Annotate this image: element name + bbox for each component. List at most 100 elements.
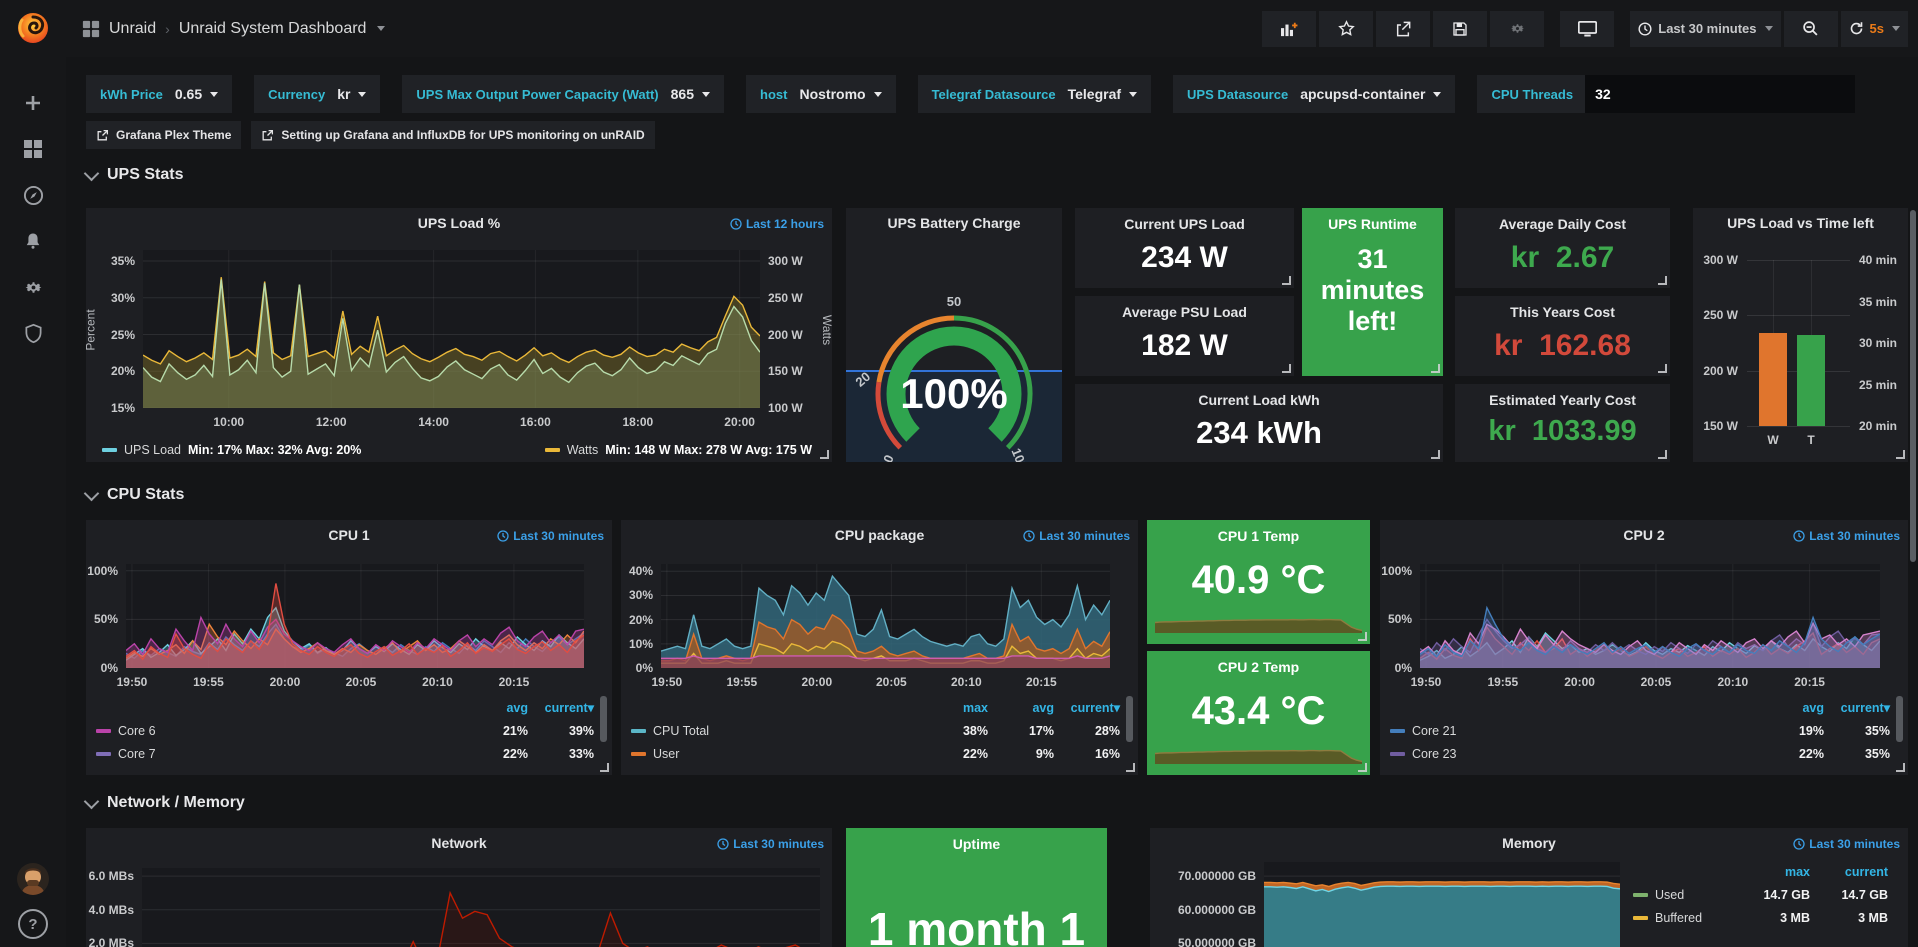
panel-resize-handle[interactable] <box>1896 450 1905 459</box>
explore-icon[interactable] <box>0 172 66 218</box>
series-color-swatch[interactable] <box>96 752 111 756</box>
variable-currency[interactable]: Currency kr <box>254 75 380 113</box>
legend-sort-current[interactable]: current▾ <box>1054 700 1120 715</box>
section-network-memory[interactable]: Network / Memory <box>86 794 245 812</box>
help-icon[interactable]: ? <box>18 909 48 939</box>
time-override-link[interactable]: Last 30 minutes <box>497 529 604 543</box>
series-color-swatch[interactable] <box>1633 893 1648 897</box>
legend-row[interactable]: Core 722%33% <box>96 742 594 765</box>
bar-T[interactable] <box>1797 335 1825 426</box>
variable-ups-datasource[interactable]: UPS Datasource apcupsd-container <box>1173 75 1455 113</box>
time-override-link[interactable]: Last 30 minutes <box>717 837 824 851</box>
panel-resize-handle[interactable] <box>1431 450 1440 459</box>
page-scrollbar[interactable] <box>1910 210 1916 562</box>
save-button[interactable] <box>1433 11 1487 47</box>
legend-sort-avg[interactable]: avg <box>462 701 528 715</box>
refresh-button[interactable]: 5s <box>1841 11 1908 47</box>
legend-sort-current[interactable]: current <box>1810 865 1888 879</box>
admin-shield-icon[interactable] <box>0 310 66 356</box>
series-color-swatch[interactable] <box>1633 916 1648 920</box>
panel-resize-handle[interactable] <box>1282 364 1291 373</box>
panel-resize-handle[interactable] <box>1358 763 1367 772</box>
panel-resize-handle[interactable] <box>1126 763 1135 772</box>
legend-sort-current[interactable]: current▾ <box>1824 700 1890 715</box>
breadcrumb-root[interactable]: Unraid <box>109 20 156 38</box>
ups-load-chart[interactable]: 15%20%25%30%35%100 W150 W200 W250 W300 W… <box>143 250 760 408</box>
panel-resize-handle[interactable] <box>600 763 609 772</box>
legend-sort-avg[interactable]: avg <box>988 701 1054 715</box>
legend-row[interactable]: Used14.7 GB14.7 GB <box>1633 883 1888 906</box>
legend-row[interactable]: Core 621%39% <box>96 719 594 742</box>
legend-sort-max[interactable]: max <box>922 701 988 715</box>
stat-title[interactable]: Average Daily Cost <box>1455 216 1670 232</box>
series-color-swatch[interactable] <box>631 752 646 756</box>
panel-resize-handle[interactable] <box>1358 632 1367 641</box>
configuration-gear-icon[interactable] <box>0 264 66 310</box>
cpu-threads-input[interactable] <box>1585 75 1855 113</box>
load-vs-time-bar-chart[interactable]: 300 W250 W200 W150 W40 min35 min30 min25… <box>1747 260 1850 426</box>
legend-sort-max[interactable]: max <box>1732 865 1810 879</box>
legend-scrollbar[interactable] <box>1126 696 1133 742</box>
stat-title[interactable]: Current Load kWh <box>1075 392 1443 408</box>
time-range-picker[interactable]: Last 30 minutes <box>1630 11 1780 47</box>
star-button[interactable] <box>1319 11 1373 47</box>
time-override-link[interactable]: Last 12 hours <box>730 217 824 231</box>
stat-title[interactable]: Average PSU Load <box>1075 304 1294 320</box>
legend-scrollbar[interactable] <box>1896 696 1903 742</box>
legend-sort-current[interactable]: current▾ <box>528 700 594 715</box>
dashboards-icon[interactable] <box>0 126 66 172</box>
legend-row[interactable]: Core 2322%35% <box>1390 742 1890 765</box>
refresh-interval-caret-icon[interactable] <box>1892 26 1900 31</box>
network-chart[interactable]: 2.0 MBs4.0 MBs6.0 MBs <box>142 868 820 947</box>
variable-telegraf-datasource[interactable]: Telegraf Datasource Telegraf <box>918 75 1151 113</box>
panel-resize-handle[interactable] <box>820 450 829 459</box>
grafana-logo[interactable] <box>0 0 66 54</box>
variable-ups-max-output[interactable]: UPS Max Output Power Capacity (Watt) 865 <box>402 75 724 113</box>
stat-title[interactable]: Current UPS Load <box>1075 216 1294 232</box>
link-grafana-plex-theme[interactable]: Grafana Plex Theme <box>86 121 241 149</box>
variable-host[interactable]: host Nostromo <box>746 75 896 113</box>
page-title[interactable]: Unraid System Dashboard <box>179 20 367 38</box>
panel-resize-handle[interactable] <box>1658 450 1667 459</box>
series-color-swatch[interactable] <box>1390 729 1405 733</box>
time-override-link[interactable]: Last 30 minutes <box>1793 529 1900 543</box>
variable-kwh-price[interactable]: kWh Price 0.65 <box>86 75 232 113</box>
panel-title[interactable]: UPS Load vs Time left <box>1693 215 1908 231</box>
legend-item[interactable]: WattsMin: 148 W Max: 278 W Avg: 175 W <box>545 443 812 457</box>
add-panel-button[interactable] <box>1262 11 1316 47</box>
memory-chart[interactable]: 50.000000 GB60.000000 GB70.000000 GB <box>1264 862 1620 947</box>
section-cpu-stats[interactable]: CPU Stats <box>86 486 184 504</box>
panel-resize-handle[interactable] <box>1282 276 1291 285</box>
legend-row[interactable]: CPU Total38%17%28% <box>631 719 1120 742</box>
title-caret-icon[interactable] <box>377 26 385 31</box>
stat-title[interactable]: Uptime <box>846 836 1107 852</box>
series-color-swatch[interactable] <box>96 729 111 733</box>
panel-title[interactable]: UPS Load % <box>86 215 832 231</box>
stat-title[interactable]: Estimated Yearly Cost <box>1455 392 1670 408</box>
user-avatar[interactable] <box>17 863 49 895</box>
cpu-package-chart[interactable]: 0%10%20%30%40%19:5019:5520:0020:0520:102… <box>661 564 1110 668</box>
stat-title[interactable]: This Years Cost <box>1455 304 1670 320</box>
panel-resize-handle[interactable] <box>1658 364 1667 373</box>
stat-title[interactable]: CPU 2 Temp <box>1147 659 1370 675</box>
stat-title[interactable]: UPS Runtime <box>1302 216 1443 232</box>
time-override-link[interactable]: Last 30 minutes <box>1793 837 1900 851</box>
share-button[interactable] <box>1376 11 1430 47</box>
cpu1-chart[interactable]: 0%50%100%19:5019:5520:0020:0520:1020:15 <box>126 564 584 668</box>
refresh-interval-label[interactable]: 5s <box>1870 21 1884 36</box>
legend-row[interactable]: Buffered3 MB3 MB <box>1633 906 1888 929</box>
time-override-link[interactable]: Last 30 minutes <box>1023 529 1130 543</box>
series-color-swatch[interactable] <box>1390 752 1405 756</box>
stat-title[interactable]: CPU 1 Temp <box>1147 528 1370 544</box>
cpu2-chart[interactable]: 0%50%100%19:5019:5520:0020:0520:1020:15 <box>1420 564 1880 668</box>
alerting-bell-icon[interactable] <box>0 218 66 264</box>
panel-title[interactable]: UPS Battery Charge <box>846 215 1062 231</box>
settings-gear-icon[interactable] <box>1490 11 1544 47</box>
cycle-view-tv-icon[interactable] <box>1560 11 1614 47</box>
add-icon[interactable] <box>0 80 66 126</box>
zoom-out-button[interactable] <box>1784 11 1838 47</box>
legend-item[interactable]: UPS LoadMin: 17% Max: 32% Avg: 20% <box>102 443 361 457</box>
panel-resize-handle[interactable] <box>1431 364 1440 373</box>
legend-row[interactable]: User22%9%16% <box>631 742 1120 765</box>
section-ups-stats[interactable]: UPS Stats <box>86 166 183 184</box>
